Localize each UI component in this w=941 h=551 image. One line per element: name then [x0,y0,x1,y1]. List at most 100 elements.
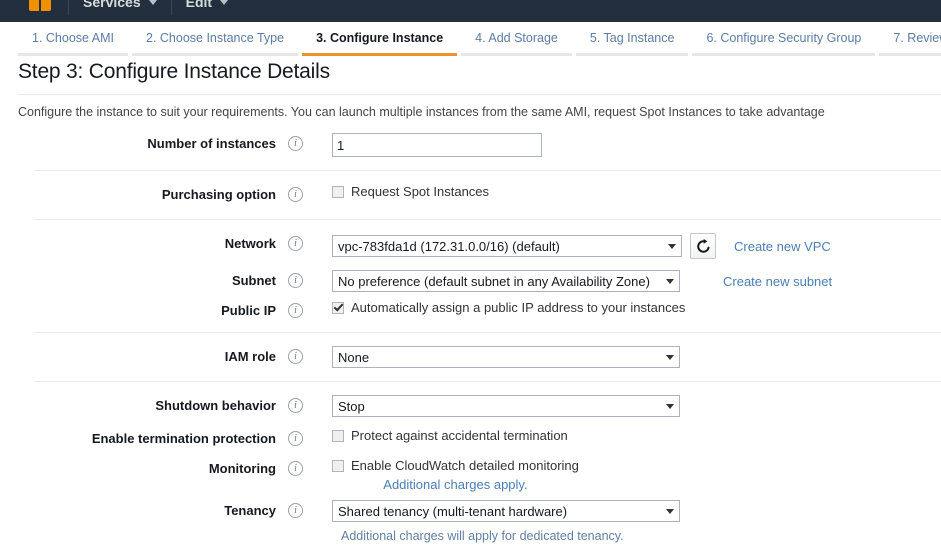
info-icon[interactable]: i [288,187,303,202]
edit-menu-label: Edit [185,0,213,10]
public-ip-row[interactable]: Automatically assign a public IP address… [332,300,685,315]
info-icon[interactable]: i [288,461,303,476]
tenancy-note: Additional charges will apply for dedica… [341,529,624,543]
edit-menu[interactable]: Edit [185,0,229,10]
purchasing-option-label: Purchasing option [161,187,276,202]
section-divider [35,381,941,382]
tab-add-storage[interactable]: 4. Add Storage [461,22,572,56]
tab-label: 5. Tag Instance [589,30,675,45]
request-spot-instances-row[interactable]: Request Spot Instances [332,184,489,199]
subnet-select-wrap: No preference (default subnet in any Ava… [332,270,680,292]
monitoring-checkbox-label[interactable]: Enable CloudWatch detailed monitoring [351,458,579,473]
termination-protection-checkbox-label[interactable]: Protect against accidental termination [351,428,568,443]
public-ip-checkbox-label[interactable]: Automatically assign a public IP address… [351,300,685,315]
subnet-label: Subnet [231,273,276,288]
aws-logo[interactable] [28,0,54,13]
tab-configure-instance[interactable]: 3. Configure Instance [302,22,458,56]
field-network: Network i vpc-783fda1d (172.31.0.0/16) (… [0,226,941,266]
chevron-down-icon [668,244,676,249]
aws-logo-right-shape [41,0,51,11]
chevron-down-icon [666,404,674,409]
console-bar-divider-1 [68,0,69,15]
chevron-down-icon [666,279,674,284]
aws-logo-left-shape [29,0,39,11]
tenancy-select[interactable]: Shared tenancy (multi-tenant hardware) [332,500,680,522]
header-divider [18,94,941,95]
network-select[interactable]: vpc-783fda1d (172.31.0.0/16) (default) [332,235,682,257]
request-spot-instances-checkbox[interactable] [332,185,344,198]
section-divider [35,219,941,220]
chevron-down-icon [220,0,229,5]
field-termination-protection: Enable termination protection i Protect … [0,424,941,454]
tenancy-select-value: Shared tenancy (multi-tenant hardware) [338,503,568,519]
create-new-subnet-link[interactable]: Create new subnet [723,274,832,289]
page-header: Step 3: Configure Instance Details Confi… [18,60,941,119]
tab-review[interactable]: 7. Review [879,22,941,56]
shutdown-behavior-select[interactable]: Stop [332,395,680,417]
shutdown-behavior-label: Shutdown behavior [155,398,276,413]
services-menu[interactable]: Services [83,0,157,10]
aws-console-bar: Services Edit [0,0,941,22]
field-tenancy: Tenancy i Shared tenancy (multi-tenant h… [0,496,941,526]
tenancy-label: Tenancy [224,503,276,518]
iam-role-select[interactable]: None [332,346,680,368]
iam-role-select-wrap: None [332,346,680,368]
info-icon[interactable]: i [288,349,303,364]
shutdown-behavior-select-wrap: Stop [332,395,680,417]
section-divider [35,332,941,333]
configure-instance-form: Number of instances i Purchasing option … [0,126,941,543]
console-bar-divider-2 [170,0,172,15]
refresh-icon [696,238,710,253]
tab-label: 6. Configure Security Group [706,30,862,45]
request-spot-instances-label[interactable]: Request Spot Instances [351,184,489,199]
info-icon[interactable]: i [288,136,303,151]
info-icon[interactable]: i [288,431,303,446]
network-select-wrap: vpc-783fda1d (172.31.0.0/16) (default) [332,235,682,257]
info-icon[interactable]: i [288,236,303,251]
info-icon[interactable]: i [288,273,303,288]
subnet-select[interactable]: No preference (default subnet in any Ava… [332,270,680,292]
field-number-of-instances: Number of instances i [0,126,941,164]
services-menu-label: Services [83,0,141,10]
network-label: Network [224,236,276,251]
info-icon[interactable]: i [288,398,303,413]
info-icon[interactable]: i [288,303,303,318]
termination-protection-label: Enable termination protection [91,431,276,446]
chevron-down-icon [666,509,674,514]
tab-choose-ami[interactable]: 1. Choose AMI [18,22,128,56]
iam-role-select-value: None [338,349,370,365]
tenancy-select-wrap: Shared tenancy (multi-tenant hardware) [332,500,680,522]
public-ip-label: Public IP [221,303,276,318]
network-select-value: vpc-783fda1d (172.31.0.0/16) (default) [338,238,560,254]
tab-label: 4. Add Storage [475,30,558,45]
create-new-vpc-link[interactable]: Create new VPC [734,239,831,254]
shutdown-behavior-select-value: Stop [338,398,365,414]
number-of-instances-label: Number of instances [147,136,276,151]
public-ip-checkbox[interactable] [332,301,344,314]
field-shutdown-behavior: Shutdown behavior i Stop [0,388,941,424]
info-icon[interactable]: i [288,503,303,518]
section-divider [35,170,941,171]
field-subnet: Subnet i No preference (default subnet i… [0,266,941,296]
subnet-select-value: No preference (default subnet in any Ava… [338,273,650,289]
tab-label: 7. Review [893,30,941,45]
termination-protection-row[interactable]: Protect against accidental termination [332,428,568,443]
chevron-down-icon [666,355,674,360]
tab-choose-instance-type[interactable]: 2. Choose Instance Type [132,22,299,56]
page-description: Configure the instance to suit your requ… [18,105,825,119]
monitoring-checkbox[interactable] [332,459,344,472]
termination-protection-checkbox[interactable] [332,429,344,442]
field-purchasing-option: Purchasing option i Request Spot Instanc… [0,177,941,213]
field-public-ip: Public IP i Automatically assign a publi… [0,296,941,326]
tab-tag-instance[interactable]: 5. Tag Instance [575,22,689,56]
iam-role-label: IAM role [224,349,276,364]
tab-configure-security-group[interactable]: 6. Configure Security Group [692,22,876,56]
chevron-down-icon [148,0,157,5]
monitoring-row[interactable]: Enable CloudWatch detailed monitoring [332,458,579,473]
number-of-instances-input[interactable] [332,133,542,157]
tab-label: 1. Choose AMI [32,30,114,45]
tab-label: 3. Configure Instance [316,30,444,45]
refresh-network-button[interactable] [690,233,716,259]
page-title: Step 3: Configure Instance Details [18,60,330,83]
additional-charges-link[interactable]: Additional charges apply. [383,477,527,492]
